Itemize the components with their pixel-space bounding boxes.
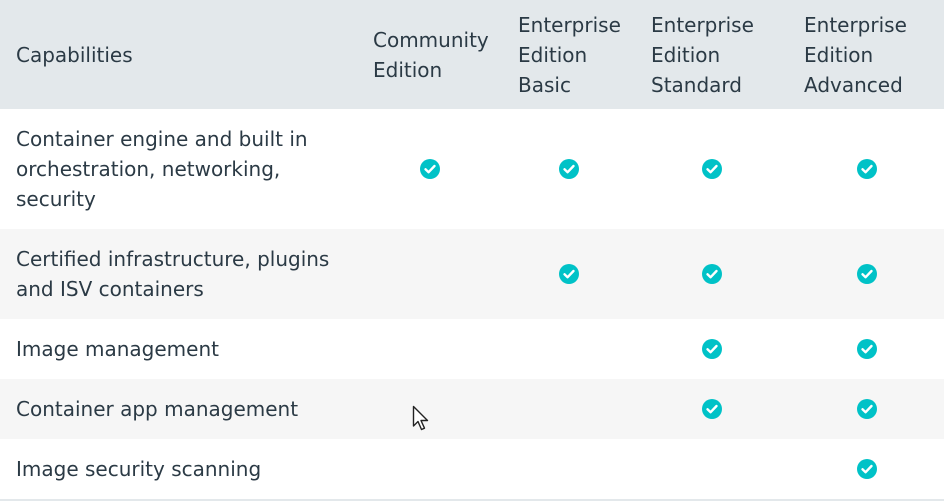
capability-label: Image security scanning: [16, 457, 262, 481]
check-circle-icon: [420, 159, 440, 179]
check-circle-icon: [702, 339, 722, 359]
table-header: Capabilities Community Edition Enterpris…: [0, 0, 944, 109]
check-circle-icon: [559, 159, 579, 179]
mouse-pointer-icon: [412, 405, 429, 431]
header-community-edition: Community Edition: [373, 27, 489, 82]
check-circle-icon: [857, 264, 877, 284]
header-enterprise-basic: Enterprise Edition Basic: [518, 12, 621, 97]
header-enterprise-standard: Enterprise Edition Standard: [651, 12, 754, 97]
capability-label: Container engine and built in orchestrat…: [16, 127, 308, 211]
check-circle-icon: [702, 399, 722, 419]
table-row: Container engine and built in orchestrat…: [0, 109, 944, 229]
table-row: Certified infrastructure, plugins and IS…: [0, 229, 944, 319]
comparison-table: Capabilities Community Edition Enterpris…: [0, 0, 944, 501]
table-row: Image security scanning: [0, 439, 944, 501]
check-circle-icon: [857, 339, 877, 359]
capability-label: Container app management: [16, 397, 299, 421]
check-circle-icon: [559, 264, 579, 284]
table-row: Image management: [0, 319, 944, 379]
check-circle-icon: [702, 159, 722, 179]
check-circle-icon: [857, 159, 877, 179]
table-row: Container app management: [0, 379, 944, 439]
header-enterprise-advanced: Enterprise Edition Advanced: [804, 12, 907, 97]
check-circle-icon: [857, 399, 877, 419]
check-circle-icon: [857, 459, 877, 479]
check-circle-icon: [702, 264, 722, 284]
capability-label: Certified infrastructure, plugins and IS…: [16, 247, 330, 301]
capability-label: Image management: [16, 337, 219, 361]
header-capabilities: Capabilities: [16, 42, 133, 67]
